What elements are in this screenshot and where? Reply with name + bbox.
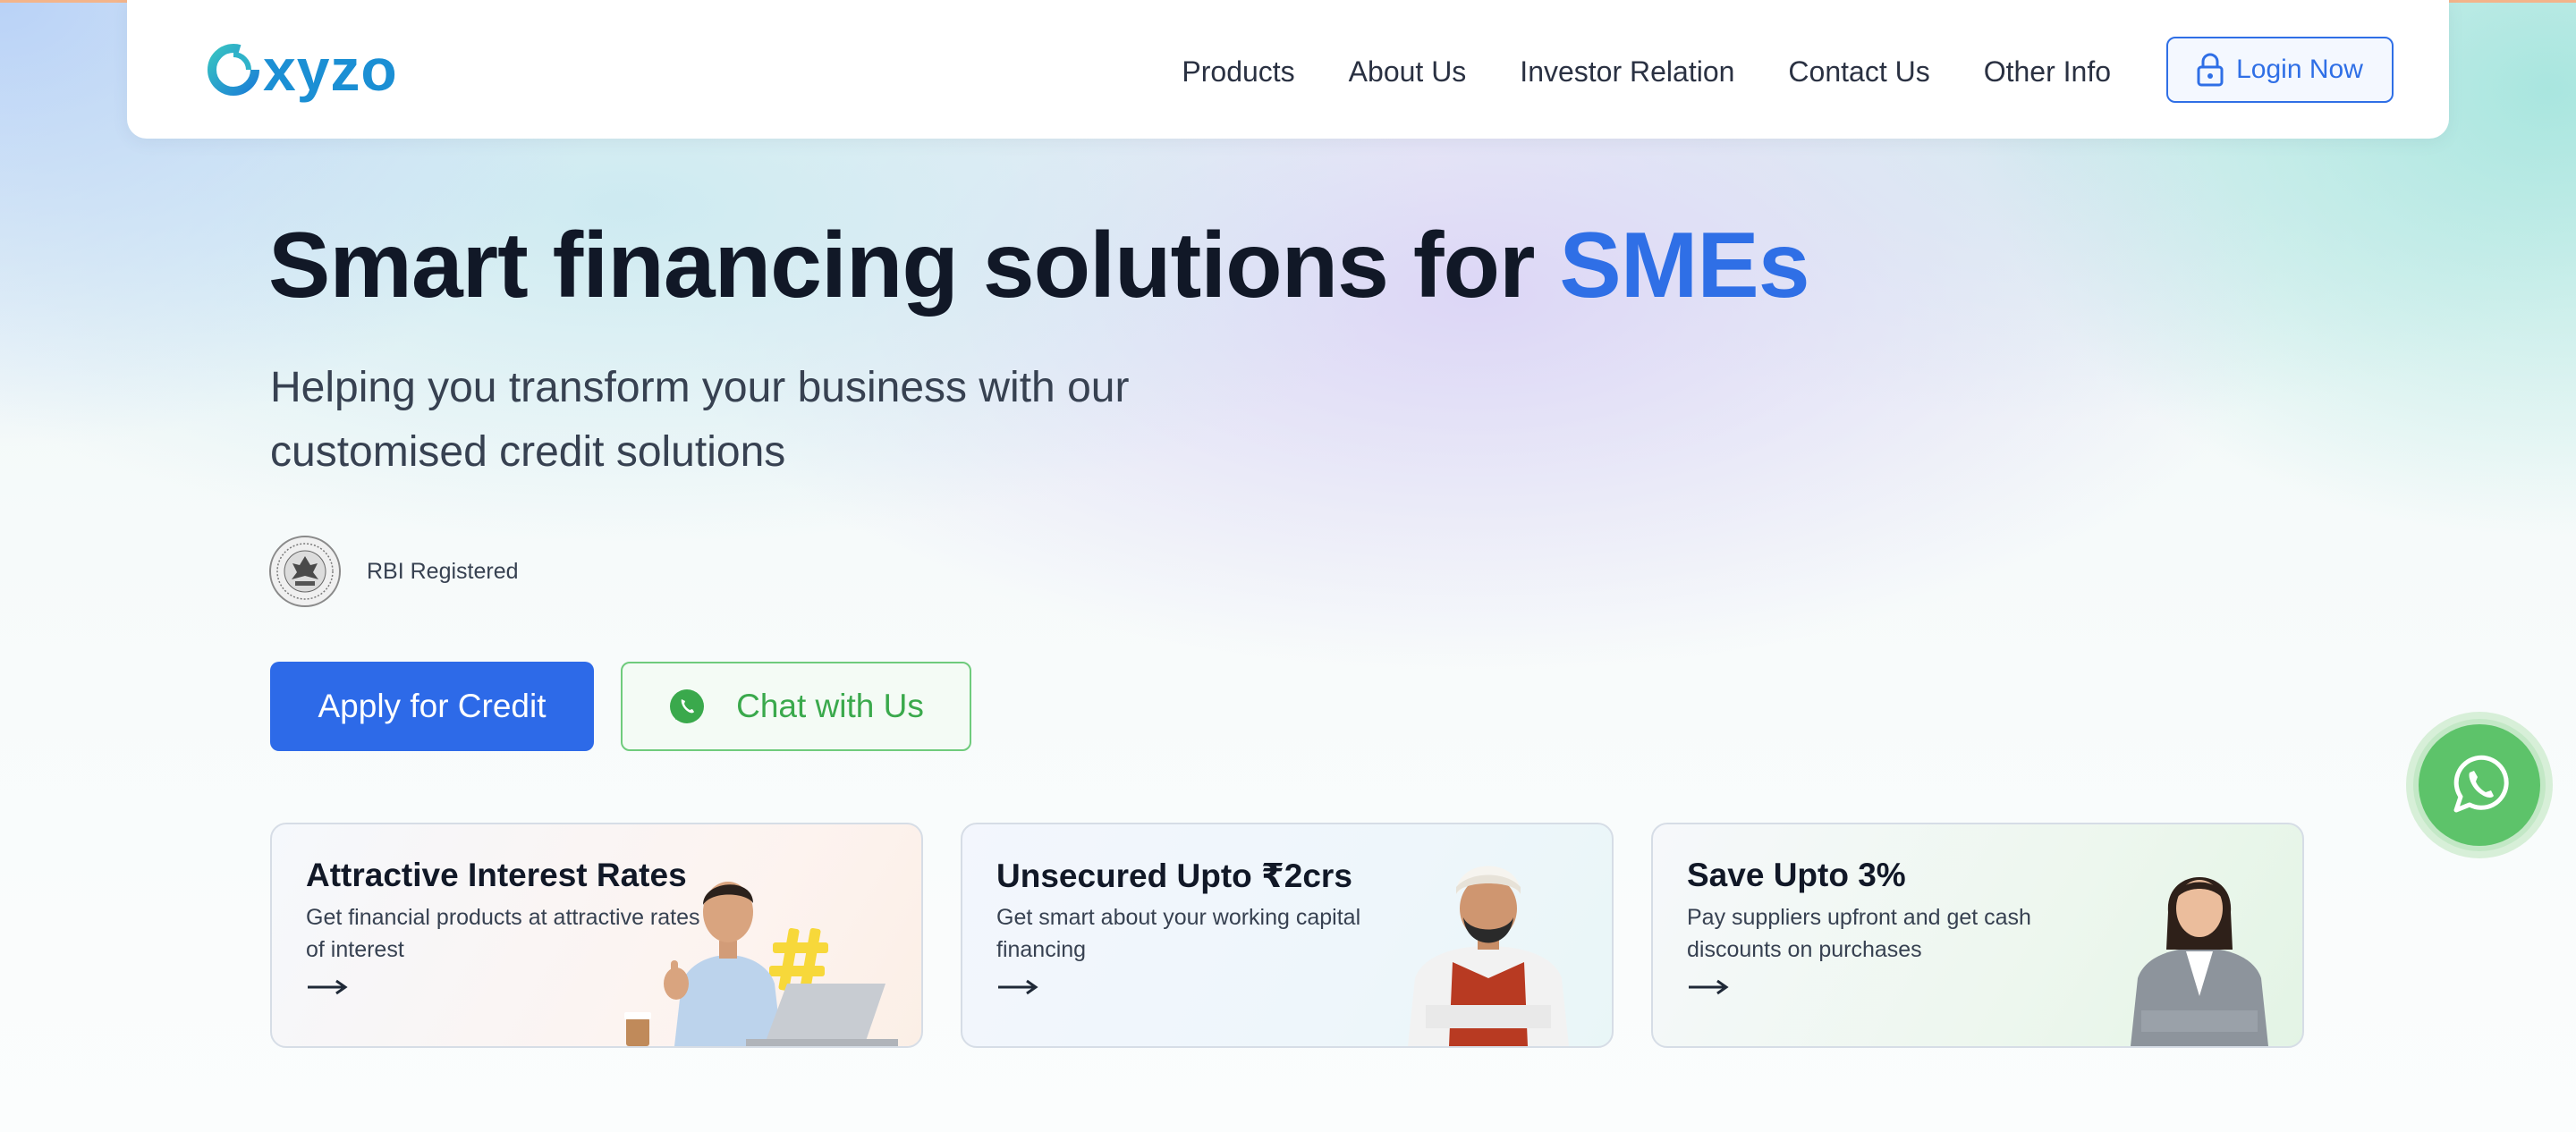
rbi-badge: RBI Registered (268, 535, 519, 608)
woman-in-suit-illustration (2131, 877, 2268, 1046)
apply-for-credit-button[interactable]: Apply for Credit (270, 662, 594, 751)
hero-subtitle: Helping you transform your business with… (270, 356, 1165, 485)
subtitle-line-2: customised credit solutions (270, 428, 786, 476)
logo-text: xyzo (263, 37, 398, 103)
rbi-seal-icon (269, 536, 341, 607)
nav-contact-us[interactable]: Contact Us (1788, 55, 1929, 89)
man-thumbs-up-illustration (624, 882, 898, 1046)
logo[interactable]: xyzo (206, 30, 398, 109)
whatsapp-icon (670, 689, 705, 723)
card-title: Save Upto 3% (1687, 857, 1906, 893)
login-label: Login Now (2236, 55, 2363, 84)
whatsapp-floating-button[interactable] (2406, 712, 2553, 858)
feature-card-interest-rates[interactable]: Attractive Interest Rates Get financial … (270, 823, 923, 1048)
title-accent: SMEs (1559, 214, 1809, 317)
main-nav: Products About Us Investor Relation Cont… (1182, 0, 2111, 143)
nav-products[interactable]: Products (1182, 55, 1294, 89)
lock-icon (2197, 53, 2224, 87)
nav-other-info[interactable]: Other Info (1984, 55, 2111, 89)
arrow-right-icon[interactable] (996, 976, 1039, 998)
nav-about-us[interactable]: About Us (1349, 55, 1467, 89)
chat-label: Chat with Us (736, 688, 924, 724)
title-main: Smart financing solutions for (268, 214, 1560, 317)
page-title: Smart financing solutions for SMEs (268, 207, 1810, 324)
feature-card-unsecured-loans[interactable]: Unsecured Upto ₹2crs Get smart about you… (961, 823, 1614, 1048)
login-button[interactable]: Login Now (2166, 37, 2394, 103)
whatsapp-icon (2453, 755, 2509, 813)
feature-card-save-upto[interactable]: Save Upto 3% Pay suppliers upfront and g… (1651, 823, 2304, 1048)
whatsapp-floating-inner (2419, 724, 2540, 846)
arrow-right-icon[interactable] (306, 976, 349, 998)
arrow-right-icon[interactable] (1687, 976, 1730, 998)
rbi-text: RBI Registered (367, 558, 519, 584)
man-with-turban-illustration (1408, 866, 1569, 1046)
logo-swirl-icon (208, 44, 259, 96)
nav-investor-relation[interactable]: Investor Relation (1520, 55, 1734, 89)
card-description: Pay suppliers upfront and get cash disco… (1687, 905, 2031, 962)
navbar: xyzo Products About Us Investor Relation… (127, 0, 2449, 139)
card-description: Get smart about your working capital fin… (996, 905, 1361, 962)
chat-with-us-button[interactable]: Chat with Us (621, 662, 971, 751)
subtitle-line-1: Helping you transform your business with… (270, 364, 1130, 411)
card-title: Unsecured Upto ₹2crs (996, 857, 1352, 894)
